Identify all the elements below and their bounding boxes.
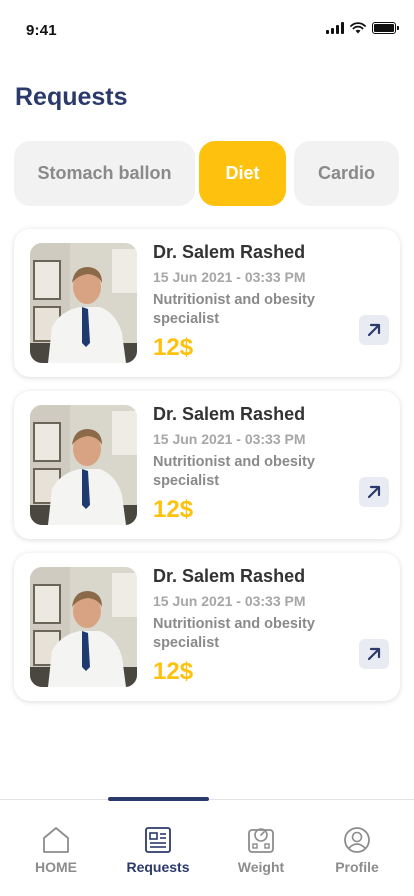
- status-bar: 9:41: [0, 0, 414, 50]
- wifi-icon: [350, 22, 366, 34]
- profile-icon: [344, 827, 370, 853]
- bottom-nav: HOME Requests Weight Profile: [0, 797, 414, 896]
- doctor-name: Dr. Salem Rashed: [153, 242, 306, 262]
- request-datetime: 15 Jun 2021 - 03:33 PM: [153, 431, 306, 447]
- request-card[interactable]: Dr. Salem Rashed 15 Jun 2021 - 03:33 PM …: [14, 229, 400, 377]
- home-icon: [43, 827, 69, 853]
- scale-icon: [248, 828, 274, 853]
- nav-label: HOME: [35, 859, 77, 875]
- open-request-button[interactable]: [359, 639, 389, 669]
- tab-label: Stomach ballon: [37, 163, 172, 183]
- doctor-specialty: Nutritionist and obesity specialist: [153, 292, 315, 327]
- tab-label: Cardio: [317, 163, 375, 183]
- arrow-up-right-icon: [367, 485, 381, 499]
- request-card[interactable]: Dr. Salem Rashed 15 Jun 2021 - 03:33 PM …: [14, 553, 400, 701]
- request-price: 12$: [153, 334, 194, 361]
- nav-label: Weight: [237, 859, 285, 875]
- request-datetime: 15 Jun 2021 - 03:33 PM: [153, 269, 306, 285]
- requests-icon: [145, 827, 171, 853]
- status-icons: [326, 22, 399, 34]
- battery-icon: [372, 22, 399, 34]
- tab-diet[interactable]: Diet: [199, 141, 286, 206]
- nav-item-requests[interactable]: Requests: [108, 800, 208, 896]
- request-datetime: 15 Jun 2021 - 03:33 PM: [153, 593, 306, 609]
- page-title: Requests: [15, 83, 128, 111]
- doctor-photo: [30, 243, 137, 363]
- doctor-photo: [30, 567, 137, 687]
- category-tabs: Stomach ballon Diet Cardio: [0, 141, 414, 207]
- nav-label: Profile: [335, 859, 379, 875]
- status-time: 9:41: [26, 22, 57, 39]
- doctor-name: Dr. Salem Rashed: [153, 566, 306, 586]
- tab-cardio[interactable]: Cardio: [294, 141, 399, 206]
- request-price: 12$: [153, 496, 194, 523]
- arrow-up-right-icon: [367, 647, 381, 661]
- nav-item-profile[interactable]: Profile: [307, 800, 407, 896]
- doctor-photo: [30, 405, 137, 525]
- open-request-button[interactable]: [359, 315, 389, 345]
- tab-label: Diet: [225, 163, 260, 183]
- doctor-specialty: Nutritionist and obesity specialist: [153, 616, 315, 651]
- doctor-name: Dr. Salem Rashed: [153, 404, 306, 424]
- nav-item-weight[interactable]: Weight: [211, 800, 311, 896]
- tab-stomach-ballon[interactable]: Stomach ballon: [14, 141, 195, 206]
- doctor-specialty: Nutritionist and obesity specialist: [153, 454, 315, 489]
- open-request-button[interactable]: [359, 477, 389, 507]
- request-price: 12$: [153, 658, 194, 685]
- nav-item-home[interactable]: HOME: [6, 800, 106, 896]
- request-card[interactable]: Dr. Salem Rashed 15 Jun 2021 - 03:33 PM …: [14, 391, 400, 539]
- cellular-signal-icon: [326, 22, 344, 34]
- arrow-up-right-icon: [367, 323, 381, 337]
- nav-label: Requests: [126, 859, 190, 875]
